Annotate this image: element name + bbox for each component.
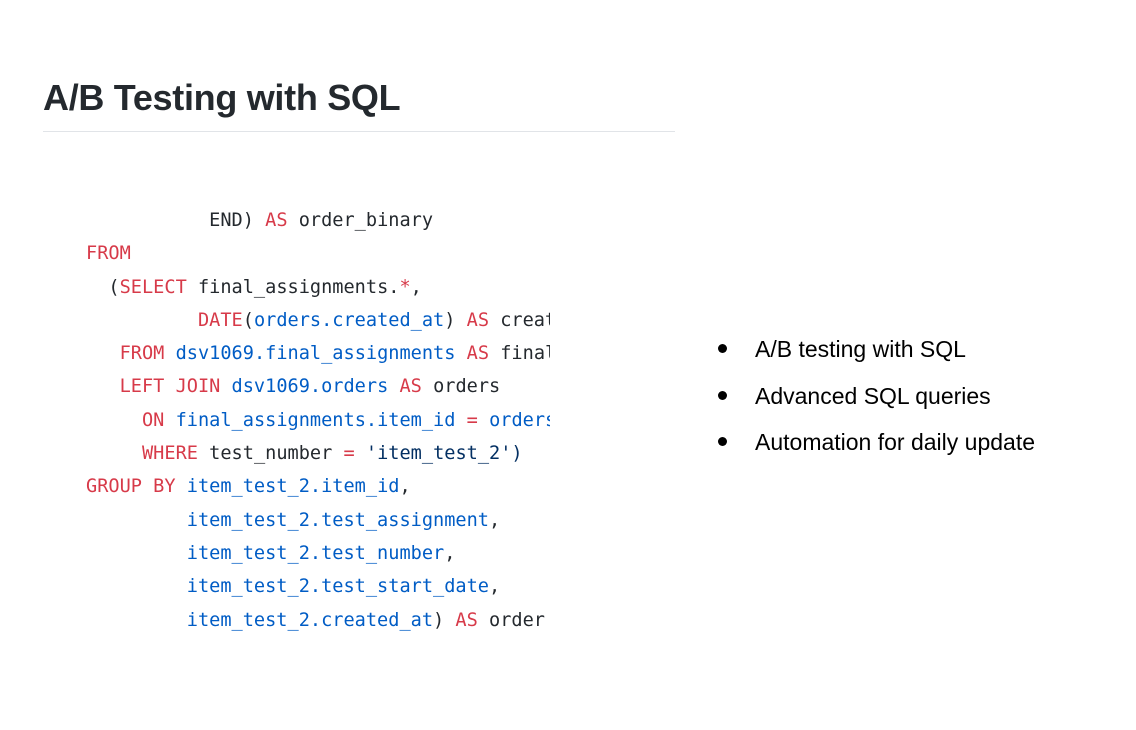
code-token: orders [421,376,501,398]
bullet-dot-icon [718,344,727,353]
code-line: item_test_2.test_start_date, [86,570,550,603]
code-token: DATE [197,309,243,331]
bullet-list: A/B testing with SQL Advanced SQL queries… [716,330,1035,470]
code-token: WHERE [141,443,198,465]
code-token: , [489,509,501,531]
code-token: END) [86,210,266,231]
code-token: , [489,576,501,598]
code-token: item_test_2.test_number [186,542,445,564]
code-token: order_binary [287,210,434,231]
bullet-item: A/B testing with SQL [716,330,1035,377]
code-token: orders.item_id [489,409,550,431]
code-token: ) [433,609,456,631]
code-token: final_assignments.item_id [175,409,456,431]
code-line: LEFT JOIN dsv1069.orders AS orders [86,370,550,403]
code-token: item_test_2.item_id [186,476,400,498]
code-line: item_test_2.test_number, [86,537,550,570]
code-token: ) [444,309,467,331]
bullet-text: A/B testing with SQL [755,336,966,362]
code-line: FROM [86,237,550,270]
code-line: GROUP BY item_test_2.item_id, [86,470,550,503]
bullet-text: Automation for daily update [755,429,1036,455]
code-token: item_test_2.test_start_date [186,576,489,598]
sql-code-snippet: END) AS order_binary FROM (SELECT final_a… [86,204,550,642]
code-line: WHERE test_number = 'item_test_2') [86,437,550,470]
code-token: , [399,476,411,498]
code-token: orders.created_at [253,309,445,331]
code-token: dsv1069.orders [231,376,389,398]
code-token: 'item_test_2') [365,443,523,465]
code-token: final_assignments [500,343,550,365]
code-token: created_date [500,309,550,331]
bullet-text: Advanced SQL queries [755,382,991,409]
code-token: test_number [197,443,344,465]
code-token: GROUP BY [86,476,176,498]
code-token: ON [141,409,165,431]
slide-title: A/B Testing with SQL [43,77,401,118]
code-line: item_test_2.created_at) AS order [86,604,550,637]
code-line: DATE(orders.created_at) AS created_date [86,304,550,337]
code-line: FROM dsv1069.final_assignments AS final_… [86,337,550,370]
code-token: dsv1069.final_assignments [175,343,456,365]
code-token: item_test_2.created_at [186,609,434,631]
code-token: LEFT JOIN [119,376,221,398]
code-line: (SELECT final_assignments.*, [86,271,550,304]
code-token: ( [242,309,254,331]
bullet-item: Automation for daily update [716,423,1035,470]
code-token: AS [455,609,478,631]
title-divider [43,131,675,132]
code-token: final_assignments. [186,276,400,298]
code-line: item_test_2.test_assignment, [86,504,550,537]
code-token: AS [466,309,490,331]
code-token: AS [466,343,490,365]
bullet-dot-icon [718,437,727,446]
code-token: AS [265,210,288,231]
code-token: SELECT [119,276,187,298]
code-token: order [477,609,545,631]
code-line: END) AS order_binary [86,204,550,237]
code-token: * [399,276,411,298]
code-token: ( [86,276,120,298]
code-token: AS [399,376,422,398]
code-token: , [444,542,456,564]
code-line: ON final_assignments.item_id = orders.it… [86,404,550,437]
code-token: , [410,276,422,298]
code-token: = [343,443,355,465]
bullet-item: Advanced SQL queries [716,377,1035,424]
code-token: item_test_2.test_assignment [186,509,489,531]
code-token: = [466,409,478,431]
code-token: FROM [86,243,131,265]
slide: A/B Testing with SQL END) AS order_binar… [0,0,1136,730]
bullet-dot-icon [718,390,727,400]
code-token: FROM [119,343,165,365]
